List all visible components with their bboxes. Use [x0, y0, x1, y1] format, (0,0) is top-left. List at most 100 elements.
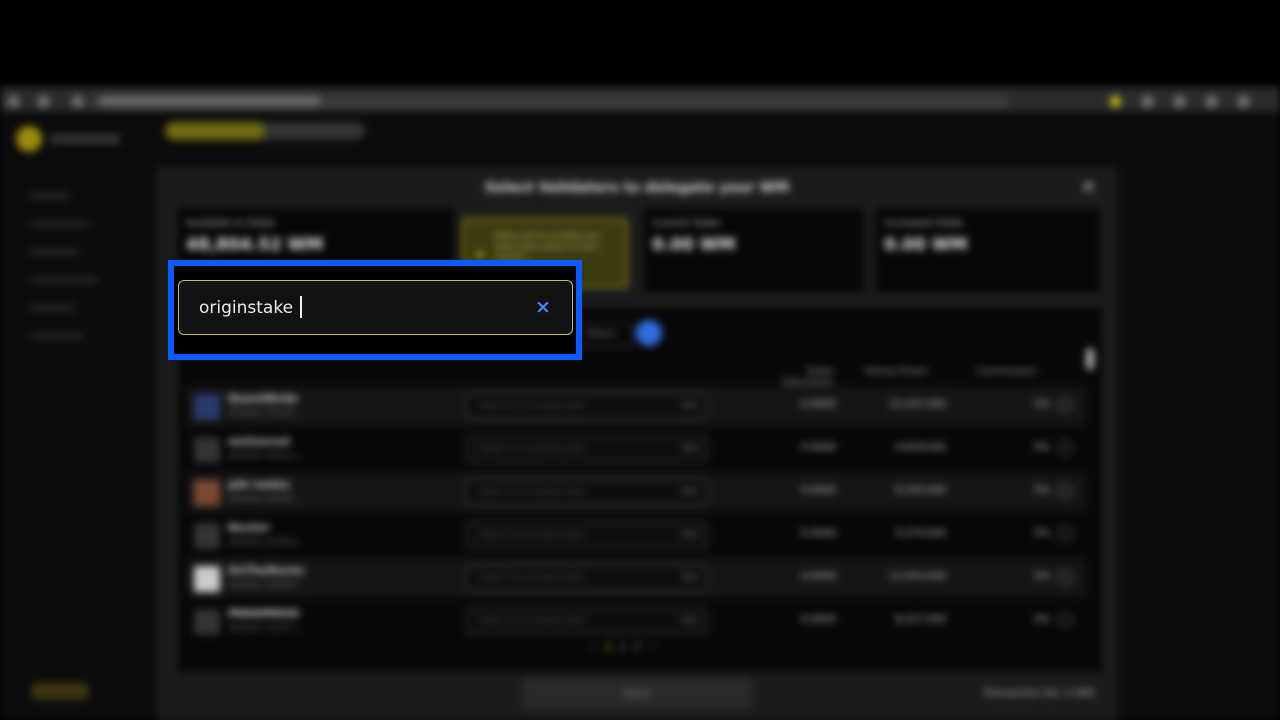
validator-name: PARAMNOD [228, 607, 300, 620]
stat-value: 0.00 WM [652, 235, 736, 255]
blurred-app-background: Select Validators to delegate your WM × … [0, 88, 1280, 720]
input-placeholder: Select % to increase stake [479, 616, 585, 625]
validator-name: OnTheRocks [228, 564, 305, 577]
voting-power: 6,205,000 [895, 485, 946, 496]
stake-amount-input[interactable]: Select % to increase stake MAX [466, 479, 708, 505]
sidebar-item[interactable] [30, 248, 80, 256]
max-button[interactable]: MAX [681, 487, 699, 496]
text-caret [300, 296, 302, 318]
warning-icon: ▲ [476, 248, 484, 259]
stake-amount-input[interactable]: Select % to increase stake MAX [466, 522, 708, 548]
commission: 5% [1034, 571, 1050, 582]
validator-address: Validator 0x9d04... [228, 580, 304, 589]
max-button[interactable]: MAX [681, 616, 699, 625]
stat-label: Current Stake [652, 218, 721, 229]
max-button[interactable]: MAX [681, 573, 699, 582]
next-button[interactable]: Next [522, 678, 752, 708]
commission: 5% [1034, 614, 1050, 625]
reload-icon[interactable] [38, 96, 49, 107]
scrollbar[interactable] [1086, 348, 1094, 370]
screen: Select Validators to delegate your WM × … [0, 0, 1280, 720]
delegate-modal: Select Validators to delegate your WM × … [156, 166, 1118, 720]
menu-icon[interactable] [1238, 96, 1249, 107]
col-header-voting-power[interactable]: Voting Power [864, 366, 929, 377]
validator-avatar [194, 609, 220, 635]
commission: 5% [1034, 485, 1050, 496]
download-icon[interactable] [1206, 96, 1217, 107]
tab-bar[interactable] [165, 122, 365, 140]
stake-amount-input[interactable]: Select % to increase stake MAX [466, 393, 708, 419]
commission: 5% [1034, 399, 1050, 410]
sidebar-item[interactable] [30, 192, 70, 200]
extensions-icon[interactable] [1142, 96, 1153, 107]
sidebar-item[interactable] [30, 276, 100, 284]
validator-row[interactable]: PARAMNOD Validator 0x1b7c... Select % to i… [186, 601, 1086, 641]
stat-label: Increased Stake [884, 218, 964, 229]
validator-row[interactable]: Nexter Validator 0x55ba... Select % to inc… [186, 515, 1086, 555]
search-input[interactable] [199, 295, 519, 321]
validator-avatar [194, 480, 220, 506]
validator-row[interactable]: QuantNode Validator 0x7a2f... Select % to … [186, 386, 1086, 426]
max-button[interactable]: MAX [681, 530, 699, 539]
select-radio[interactable] [1058, 527, 1072, 541]
max-button[interactable]: MAX [681, 401, 699, 410]
tab-active[interactable] [165, 122, 265, 140]
stat-value: 48,804.52 WM [186, 235, 324, 255]
voting-power: 5,270,000 [895, 528, 946, 539]
lock-icon [72, 96, 83, 107]
select-radio[interactable] [1058, 398, 1072, 412]
app-logo-icon [16, 126, 42, 152]
validator-row[interactable]: pbt nodes Validator 0x3f92... Select % to … [186, 472, 1086, 512]
voting-power: 8,227,000 [895, 614, 946, 625]
pager-prev-icon[interactable]: ‹ [590, 640, 594, 653]
sidebar-item[interactable] [30, 220, 90, 228]
app-logo-text [50, 134, 120, 144]
extension-icon[interactable] [1110, 96, 1121, 107]
stake-saturation: 0.0000 [801, 485, 836, 496]
select-radio[interactable] [1058, 484, 1072, 498]
stat-label: Available to Stake [186, 218, 276, 229]
select-radio[interactable] [1058, 570, 1072, 584]
input-placeholder: Select % to increase stake [479, 573, 585, 582]
validator-address: Validator 0x55ba... [228, 537, 304, 546]
validator-address: Validator 0x3f92... [228, 494, 302, 503]
stat-value: 0.00 WM [884, 235, 968, 255]
validator-search-box[interactable]: × [178, 280, 573, 335]
validator-row[interactable]: OnTheRocks Validator 0x9d04... Select % to… [186, 558, 1086, 598]
modal-title: Select Validators to delegate your WM [484, 180, 790, 196]
stake-amount-input[interactable]: Select % to increase stake MAX [466, 565, 708, 591]
validator-address: Validator 0x1b7c... [228, 623, 304, 632]
col-header-commission[interactable]: Commission [976, 366, 1037, 377]
clear-icon[interactable]: × [532, 296, 554, 318]
validator-name: QuantNode [228, 392, 298, 405]
input-placeholder: Select % to increase stake [479, 444, 585, 453]
validator-row[interactable]: wellsaved Validator 0x8c1e... Select % to … [186, 429, 1086, 469]
sidebar-item[interactable] [30, 304, 75, 312]
pager-page[interactable]: 3 [633, 640, 640, 653]
max-button[interactable]: MAX [681, 444, 699, 453]
validator-name: Nexter [228, 521, 270, 534]
back-icon[interactable] [8, 96, 19, 107]
input-placeholder: Select % to increase stake [479, 487, 585, 496]
commission: 5% [1034, 442, 1050, 453]
stake-saturation: 0.0000 [801, 442, 836, 453]
stake-amount-input[interactable]: Select % to increase stake MAX [466, 608, 708, 634]
stat-current: Current Stake 0.00 WM [644, 208, 864, 292]
pager-next-icon[interactable]: › [650, 640, 654, 653]
select-radio[interactable] [1058, 613, 1072, 627]
stake-saturation: 0.0000 [801, 528, 836, 539]
validator-table: Filters Stake Saturation Voting Power Co… [178, 308, 1102, 672]
browser-toolbar [0, 88, 1280, 112]
pager-page[interactable]: 2 [619, 640, 626, 653]
profile-icon[interactable] [1174, 96, 1185, 107]
validator-avatar [194, 394, 220, 420]
stake-saturation: 0.0000 [801, 399, 836, 410]
stake-amount-input[interactable]: Select % to increase stake MAX [466, 436, 708, 462]
col-header-saturation[interactable]: Stake Saturation [774, 366, 834, 388]
pager-page[interactable]: 1 [605, 640, 612, 653]
select-radio[interactable] [1058, 441, 1072, 455]
sidebar-action-button[interactable] [30, 682, 90, 700]
close-icon[interactable]: × [1081, 176, 1096, 197]
voting-power: 4,818,000 [895, 442, 946, 453]
sidebar-item[interactable] [30, 332, 85, 340]
